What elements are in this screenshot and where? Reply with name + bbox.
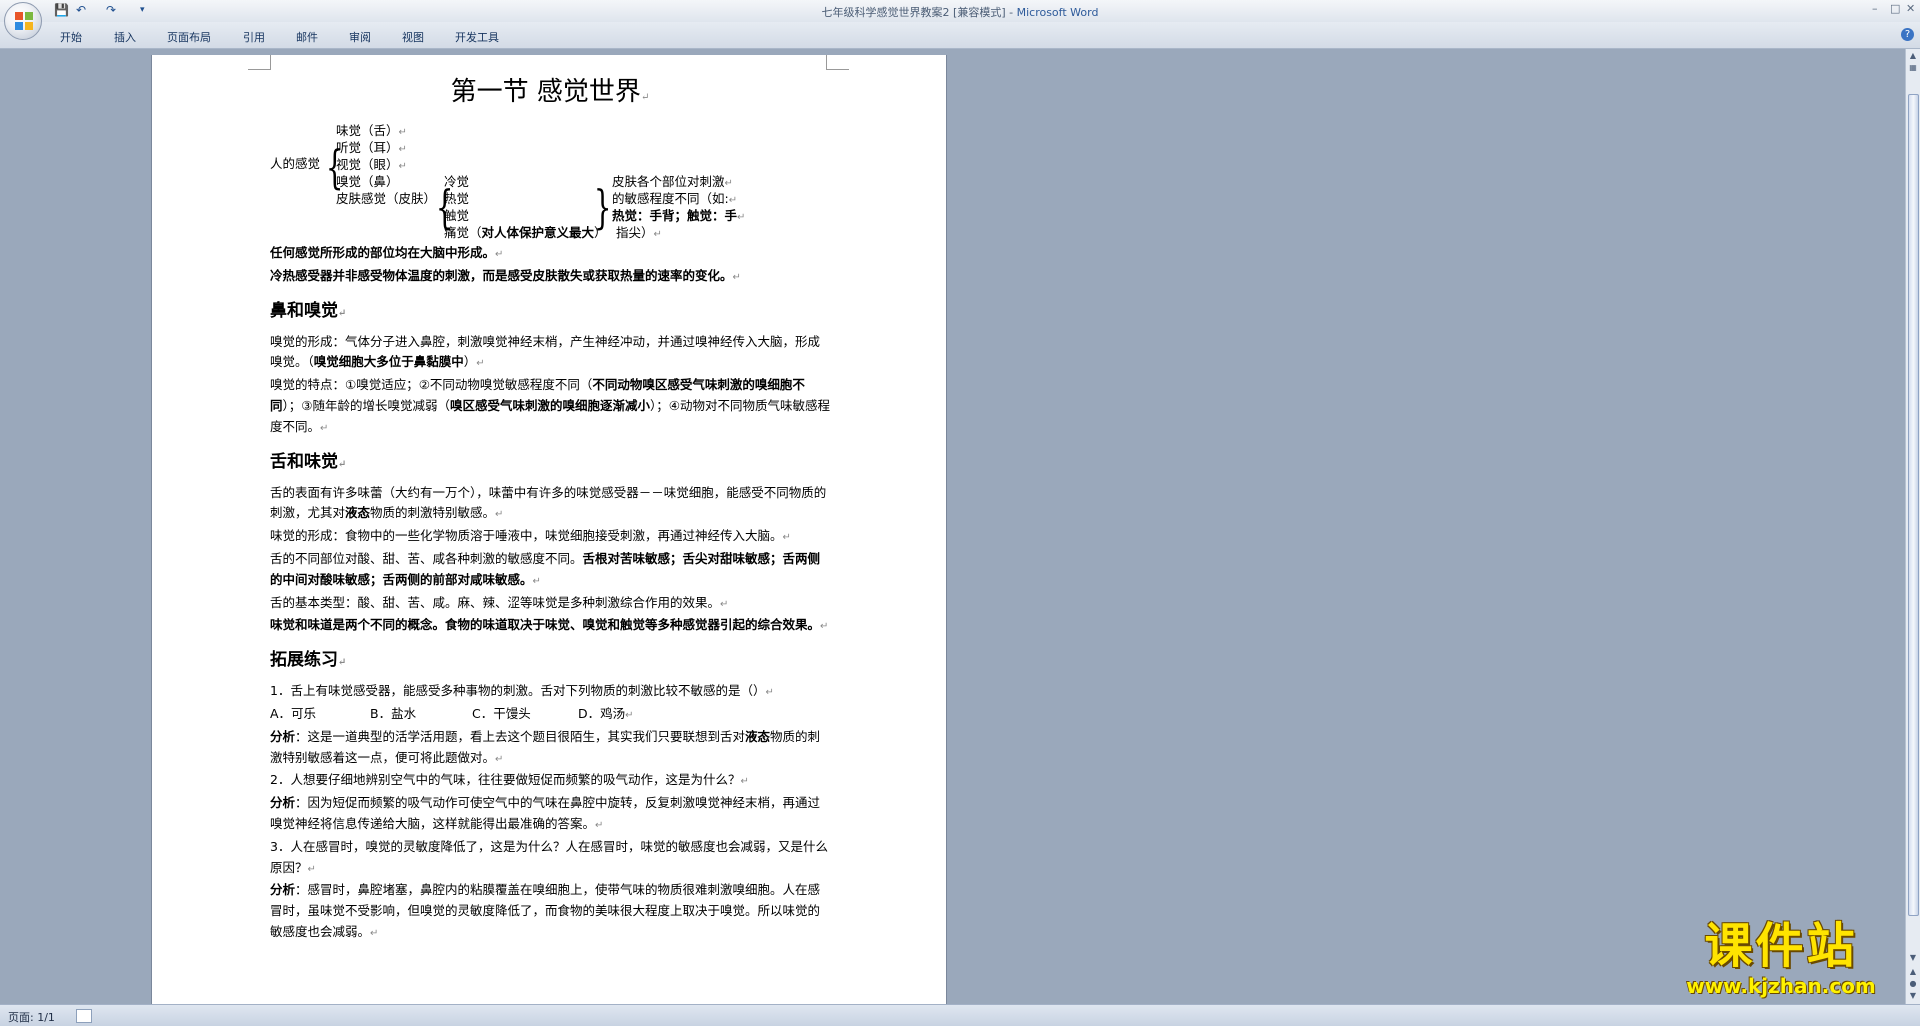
summary-2: 冷热感受器并非感受物体温度的刺激，而是感受皮肤散失或获取热量的速率的变化。↵ [270, 267, 741, 283]
office-logo-icon [15, 12, 33, 30]
app-name: Microsoft Word [1016, 6, 1099, 19]
tab-view[interactable]: 视图 [402, 29, 424, 45]
tongue-paragraph-3: 舌的不同部位对酸、甜、苦、咸各种刺激的敏感度不同。舌根对苦味敏感；舌尖对甜味敏感… [270, 550, 821, 587]
office-button[interactable] [4, 2, 42, 40]
vertical-scrollbar[interactable]: ▲ ▦ ▼ ▲ ● ▼ [1905, 49, 1920, 1004]
section-tongue-heading: 舌和味觉↵ [270, 451, 347, 472]
minimize-icon[interactable]: – [1872, 2, 1878, 15]
document-heading: 第一节 感觉世界↵ [450, 77, 650, 107]
note-line-4: 指尖）↵ [616, 225, 662, 240]
nose-paragraph-1: 嗅觉的形成：气体分子进入鼻腔，刺激嗅觉神经末梢，产生神经冲动，并通过嗅神经传入大… [270, 333, 821, 370]
tab-developer[interactable]: 开发工具 [455, 29, 499, 45]
scroll-thumb[interactable] [1908, 94, 1919, 916]
crop-mark-right [826, 55, 849, 70]
title-bar: 💾 ↶ ↷ ▾ 七年级科学感觉世界教案2 [兼容模式] - Microsoft … [0, 0, 1920, 22]
ribbon-tabs: 开始 插入 页面布局 引用 邮件 审阅 视图 开发工具 ? [0, 22, 1920, 49]
sense-skin: 皮肤感觉（皮肤） [336, 191, 437, 206]
option-b: B．盐水 [370, 705, 417, 721]
tab-insert[interactable]: 插入 [114, 29, 136, 45]
crop-mark-left [248, 55, 271, 70]
question-1: 1．舌上有味觉感受器，能感受多种事物的刺激。舌对下列物质的刺激比较不敏感的是（）… [270, 683, 774, 699]
browse-object-icon[interactable]: ● [1908, 979, 1918, 989]
watermark-url: www.kjzhan.com [1686, 974, 1876, 998]
skin-pain: 痛觉（对人体保护意义最大） [444, 225, 607, 240]
ruler-toggle-icon[interactable]: ▦ [1908, 63, 1918, 73]
document-workspace: 第一节 感觉世界↵ 人的感觉 { 味觉（舌）↵ 听觉（耳）↵ 视觉（眼）↵ 嗅觉… [0, 49, 1906, 1004]
answer-2: 分析：因为短促而频繁的吸气动作可使空气中的气味在鼻腔中旋转，反复刺激嗅觉神经末梢… [270, 795, 821, 831]
nose-paragraph-2: 嗅觉的特点：①嗅觉适应；②不同动物嗅觉敏感程度不同（不同动物嗅区感受气味刺激的嗅… [270, 377, 830, 434]
answer-1: 分析：这是一道典型的活学活用题，看上去这个题目很陌生，其实我们只要联想到舌对液态… [270, 728, 821, 765]
tongue-paragraph-4: 舌的基本类型：酸、甜、苦、咸。麻、辣、涩等味觉是多种刺激综合作用的效果。↵ [270, 594, 729, 610]
brace-note: } [593, 180, 612, 234]
document-body[interactable]: 第一节 感觉世界↵ 人的感觉 { 味觉（舌）↵ 听觉（耳）↵ 视觉（眼）↵ 嗅觉… [270, 75, 830, 945]
help-icon[interactable]: ? [1901, 28, 1914, 41]
tab-page-layout[interactable]: 页面布局 [167, 29, 211, 45]
question-3: 3．人在感冒时，嗅觉的灵敏度降低了，这是为什么？人在感冒时，味觉的敏感度也会减弱… [270, 838, 828, 875]
tree-root: 人的感觉 [270, 156, 321, 171]
next-page-icon[interactable]: ▼ [1908, 991, 1918, 1001]
section-nose-heading: 鼻和嗅觉↵ [270, 300, 347, 321]
watermark-name: 课件站 [1704, 918, 1858, 974]
status-bar: 页面: 1/1 [0, 1004, 1920, 1026]
option-c: C．干馒头 [472, 705, 531, 721]
watermark-logo: 课件站 www.kjzhan.com [1666, 918, 1896, 1004]
tongue-paragraph-1: 舌的表面有许多味蕾（大约有一万个），味蕾中有许多的味觉感受器－－味觉细胞，能感受… [270, 484, 827, 521]
option-d: D．鸡汤 [578, 705, 626, 721]
document-name: 七年级科学感觉世界教案2 [兼容模式] - [821, 6, 1017, 19]
previous-page-icon[interactable]: ▲ [1908, 967, 1918, 977]
section-exercise-heading: 拓展练习↵ [270, 650, 347, 671]
tab-home[interactable]: 开始 [60, 29, 82, 45]
proofing-icon[interactable] [76, 1009, 92, 1023]
question-1-options: A．可乐 B．盐水 C．干馒头 D．鸡汤↵ [270, 704, 830, 727]
tab-review[interactable]: 审阅 [349, 29, 371, 45]
tab-references[interactable]: 引用 [243, 29, 265, 45]
option-a: A．可乐 [270, 705, 317, 721]
question-2: 2．人想要仔细地辨别空气中的气味，往往要做短促而频繁的吸气动作，这是为什么？↵ [270, 772, 749, 788]
sense-tree-diagram: 人的感觉 { 味觉（舌）↵ 听觉（耳）↵ 视觉（眼）↵ 嗅觉（鼻） 皮肤感觉（皮… [270, 121, 830, 263]
answer-3: 分析：感冒时，鼻腔堵塞，鼻腔内的粘膜覆盖在嗅细胞上，使带气味的物质很难刺激嗅细胞… [270, 882, 821, 939]
scroll-down-icon[interactable]: ▼ [1908, 953, 1918, 963]
tongue-paragraph-2: 味觉的形成：食物中的一些化学物质溶于唾液中，味觉细胞接受刺激，再通过神经传入大脑… [270, 528, 791, 544]
heading-text: 第一节 感觉世界 [450, 77, 641, 107]
window-title: 七年级科学感觉世界教案2 [兼容模式] - Microsoft Word [0, 4, 1920, 20]
page-count[interactable]: 页面: 1/1 [8, 1009, 55, 1025]
document-page[interactable]: 第一节 感觉世界↵ 人的感觉 { 味觉（舌）↵ 听觉（耳）↵ 视觉（眼）↵ 嗅觉… [152, 55, 946, 1004]
tab-mailings[interactable]: 邮件 [296, 29, 318, 45]
restore-icon[interactable]: □ [1890, 2, 1900, 15]
tongue-paragraph-5: 味觉和味道是两个不同的概念。食物的味道取决于味觉、嗅觉和触觉等多种感觉器引起的综… [270, 617, 829, 633]
close-icon[interactable]: ✕ [1906, 2, 1915, 15]
scroll-up-icon[interactable]: ▲ [1908, 51, 1918, 61]
